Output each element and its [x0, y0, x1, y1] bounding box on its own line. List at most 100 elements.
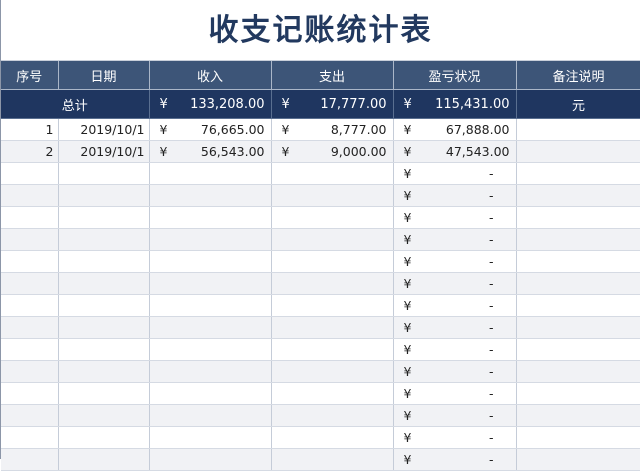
row-profit[interactable]: ¥ -	[393, 382, 517, 405]
total-income-cell[interactable]: ¥133,208.00	[149, 89, 272, 119]
row-note[interactable]	[516, 206, 640, 229]
row-profit[interactable]: ¥ -	[393, 162, 517, 185]
total-label[interactable]: 总计	[1, 89, 150, 119]
row-note[interactable]	[516, 272, 640, 295]
row-date[interactable]: 2019/10/1	[58, 118, 150, 141]
row-date[interactable]	[58, 272, 150, 295]
row-profit[interactable]: ¥ -	[393, 360, 517, 383]
row-number[interactable]: 2	[1, 140, 59, 163]
row-date[interactable]	[58, 162, 150, 185]
row-number[interactable]	[1, 382, 59, 405]
row-date[interactable]	[58, 250, 150, 273]
header-cell-date[interactable]: 日期	[58, 61, 150, 90]
row-number[interactable]	[1, 360, 59, 383]
row-note[interactable]	[516, 162, 640, 185]
row-date[interactable]	[58, 448, 150, 471]
row-profit[interactable]: ¥ -	[393, 184, 517, 207]
row-expense[interactable]	[271, 360, 394, 383]
header-cell-profit[interactable]: 盈亏状况	[393, 61, 517, 90]
row-income[interactable]	[149, 206, 272, 229]
row-note[interactable]	[516, 338, 640, 361]
row-number[interactable]	[1, 228, 59, 251]
row-expense[interactable]	[271, 250, 394, 273]
row-note[interactable]	[516, 228, 640, 251]
row-number[interactable]	[1, 426, 59, 449]
total-profit-cell[interactable]: ¥115,431.00	[393, 89, 517, 119]
row-profit[interactable]: ¥47,543.00	[393, 140, 517, 163]
row-income[interactable]: ¥56,543.00	[149, 140, 272, 163]
row-number[interactable]	[1, 162, 59, 185]
row-date[interactable]	[58, 316, 150, 339]
row-income[interactable]	[149, 272, 272, 295]
row-income[interactable]	[149, 294, 272, 317]
row-expense[interactable]	[271, 206, 394, 229]
row-profit[interactable]: ¥ -	[393, 316, 517, 339]
row-note[interactable]	[516, 250, 640, 273]
row-income[interactable]	[149, 250, 272, 273]
row-date[interactable]	[58, 206, 150, 229]
row-income[interactable]	[149, 426, 272, 449]
row-income[interactable]	[149, 162, 272, 185]
row-income[interactable]	[149, 228, 272, 251]
row-expense[interactable]	[271, 184, 394, 207]
row-income[interactable]	[149, 360, 272, 383]
row-date[interactable]	[58, 338, 150, 361]
row-note[interactable]	[516, 184, 640, 207]
row-income[interactable]	[149, 316, 272, 339]
row-note[interactable]	[516, 382, 640, 405]
row-note[interactable]	[516, 118, 640, 141]
row-note[interactable]	[516, 360, 640, 383]
total-note[interactable]: 元	[516, 89, 640, 119]
row-date[interactable]	[58, 382, 150, 405]
row-expense[interactable]	[271, 272, 394, 295]
row-date[interactable]	[58, 184, 150, 207]
row-number[interactable]	[1, 250, 59, 273]
row-note[interactable]	[516, 448, 640, 471]
row-profit[interactable]: ¥ -	[393, 404, 517, 427]
header-cell-expense[interactable]: 支出	[271, 61, 394, 90]
header-cell-note[interactable]: 备注说明	[516, 61, 640, 90]
row-expense[interactable]	[271, 426, 394, 449]
row-expense[interactable]	[271, 382, 394, 405]
row-number[interactable]	[1, 338, 59, 361]
row-number[interactable]	[1, 206, 59, 229]
row-expense[interactable]	[271, 294, 394, 317]
total-expense-cell[interactable]: ¥17,777.00	[271, 89, 394, 119]
header-cell-income[interactable]: 收入	[149, 61, 272, 90]
row-income[interactable]	[149, 338, 272, 361]
row-expense[interactable]	[271, 162, 394, 185]
row-income[interactable]	[149, 184, 272, 207]
row-note[interactable]	[516, 316, 640, 339]
row-expense[interactable]	[271, 338, 394, 361]
row-expense[interactable]	[271, 228, 394, 251]
row-profit[interactable]: ¥ -	[393, 250, 517, 273]
row-expense[interactable]: ¥9,000.00	[271, 140, 394, 163]
row-number[interactable]	[1, 294, 59, 317]
row-number[interactable]	[1, 272, 59, 295]
row-number[interactable]	[1, 448, 59, 471]
row-date[interactable]	[58, 360, 150, 383]
row-profit[interactable]: ¥ -	[393, 228, 517, 251]
row-expense[interactable]	[271, 316, 394, 339]
row-profit[interactable]: ¥ -	[393, 206, 517, 229]
row-note[interactable]	[516, 426, 640, 449]
header-cell-no[interactable]: 序号	[1, 61, 59, 90]
row-date[interactable]	[58, 228, 150, 251]
row-note[interactable]	[516, 404, 640, 427]
row-note[interactable]	[516, 140, 640, 163]
row-number[interactable]	[1, 184, 59, 207]
row-income[interactable]: ¥76,665.00	[149, 118, 272, 141]
row-date[interactable]	[58, 294, 150, 317]
row-profit[interactable]: ¥ -	[393, 338, 517, 361]
row-profit[interactable]: ¥ -	[393, 294, 517, 317]
row-number[interactable]: 1	[1, 118, 59, 141]
row-date[interactable]: 2019/10/1	[58, 140, 150, 163]
row-date[interactable]	[58, 426, 150, 449]
row-number[interactable]	[1, 404, 59, 427]
row-profit[interactable]: ¥67,888.00	[393, 118, 517, 141]
row-expense[interactable]	[271, 448, 394, 471]
row-expense[interactable]: ¥8,777.00	[271, 118, 394, 141]
row-expense[interactable]	[271, 404, 394, 427]
row-income[interactable]	[149, 448, 272, 471]
row-profit[interactable]: ¥ -	[393, 272, 517, 295]
